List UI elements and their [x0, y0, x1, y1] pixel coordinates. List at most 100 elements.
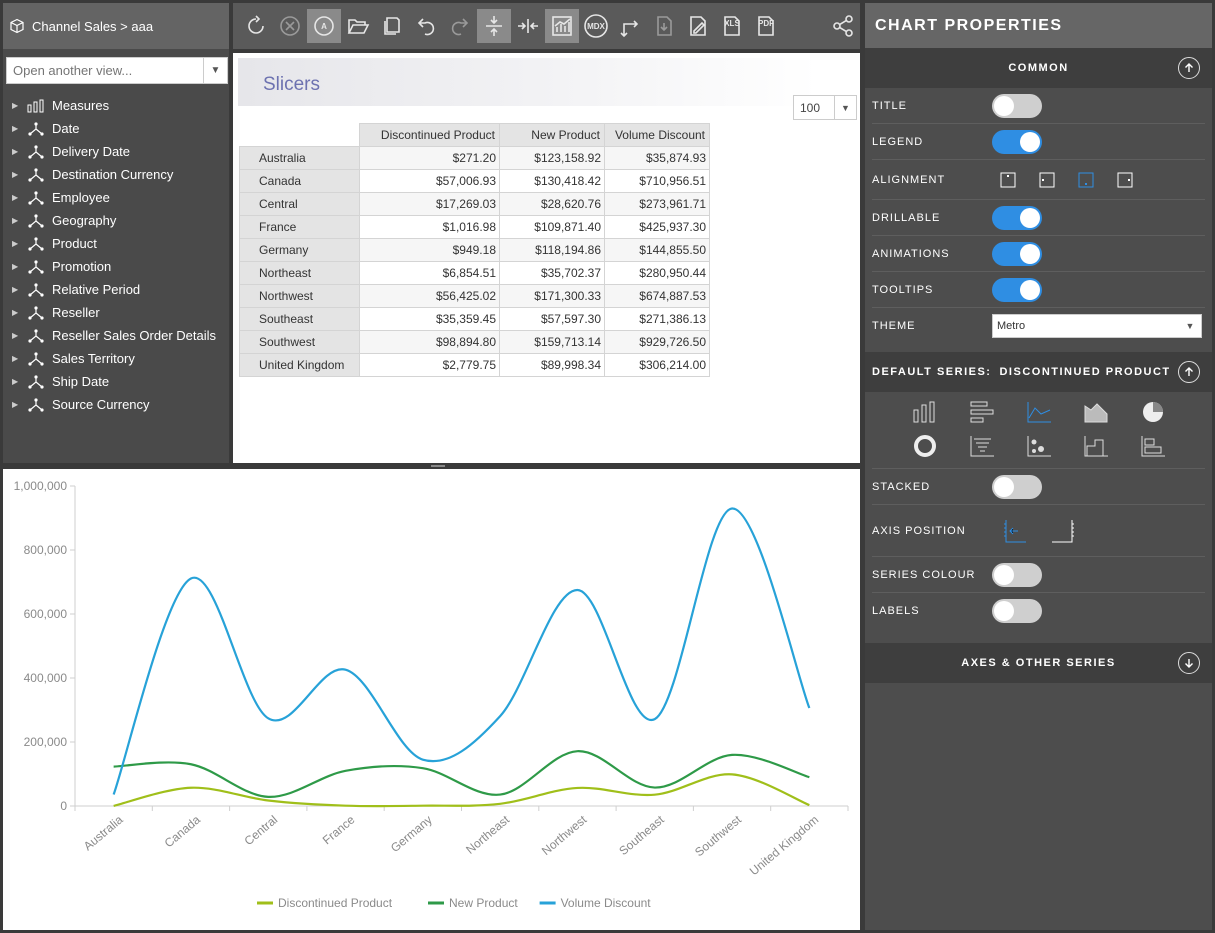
theme-select[interactable]: Metro ▼	[992, 314, 1202, 338]
labels-toggle[interactable]	[992, 599, 1042, 623]
caret-right-icon[interactable]: ▶	[12, 354, 20, 363]
bar-chart-icon[interactable]	[953, 398, 1010, 426]
undo-button[interactable]	[409, 9, 443, 43]
export-pdf-button[interactable]: PDF	[749, 9, 783, 43]
table-cell[interactable]: $35,874.93	[604, 146, 710, 170]
table-cell[interactable]: $2,779.75	[359, 353, 500, 377]
align-right-icon[interactable]	[1117, 172, 1133, 188]
swap-axes-button[interactable]	[613, 9, 647, 43]
table-cell[interactable]: $89,998.34	[499, 353, 605, 377]
table-cell[interactable]: $674,887.53	[604, 284, 710, 308]
auto-execute-button[interactable]: A	[307, 9, 341, 43]
column-header[interactable]: New Product	[499, 123, 605, 147]
section-common[interactable]: COMMON	[865, 48, 1212, 88]
table-cell[interactable]: $109,871.40	[499, 215, 605, 239]
column-chart-icon[interactable]	[896, 398, 953, 426]
scatter-chart-icon[interactable]	[1010, 432, 1067, 460]
table-cell[interactable]: $56,425.02	[359, 284, 500, 308]
table-cell[interactable]: $280,950.44	[604, 261, 710, 285]
section-axes-other-series[interactable]: AXES & OTHER SERIES	[865, 643, 1212, 683]
table-cell[interactable]: $271.20	[359, 146, 500, 170]
page-size-select[interactable]: 100 ▼	[793, 95, 857, 120]
row-header[interactable]: Northeast	[239, 261, 360, 285]
expand-down-icon[interactable]	[1178, 652, 1200, 674]
funnel-chart-icon[interactable]	[953, 432, 1010, 460]
slicers-bar[interactable]: Slicers	[238, 58, 818, 106]
table-cell[interactable]: $6,854.51	[359, 261, 500, 285]
tree-item[interactable]: ▶ Delivery Date	[3, 140, 229, 163]
pie-chart-icon[interactable]	[1124, 398, 1181, 426]
tree-item[interactable]: ▶ Sales Territory	[3, 347, 229, 370]
caret-right-icon[interactable]: ▶	[12, 331, 20, 340]
table-cell[interactable]: $57,597.30	[499, 307, 605, 331]
step-chart-icon[interactable]	[1067, 432, 1124, 460]
cancel-button[interactable]	[273, 9, 307, 43]
tooltips-toggle[interactable]	[992, 277, 1042, 302]
chart-button[interactable]	[545, 9, 579, 43]
row-header[interactable]: United Kingdom	[239, 353, 360, 377]
table-cell[interactable]: $17,269.03	[359, 192, 500, 216]
edit-button[interactable]	[681, 9, 715, 43]
chevron-down-icon[interactable]: ▼	[203, 58, 227, 83]
table-cell[interactable]: $1,016.98	[359, 215, 500, 239]
tree-item[interactable]: ▶ Promotion	[3, 255, 229, 278]
caret-right-icon[interactable]: ▶	[12, 377, 20, 386]
tree-item[interactable]: ▶ Reseller Sales Order Details	[3, 324, 229, 347]
donut-chart-icon[interactable]	[896, 432, 953, 460]
area-chart-icon[interactable]	[1067, 398, 1124, 426]
caret-right-icon[interactable]: ▶	[12, 170, 20, 179]
caret-right-icon[interactable]: ▶	[12, 285, 20, 294]
table-cell[interactable]: $57,006.93	[359, 169, 500, 193]
tree-item[interactable]: ▶ Geography	[3, 209, 229, 232]
row-header[interactable]: Germany	[239, 238, 360, 262]
range-chart-icon[interactable]	[1124, 432, 1181, 460]
tree-item[interactable]: ▶ Ship Date	[3, 370, 229, 393]
table-cell[interactable]: $273,961.71	[604, 192, 710, 216]
row-header[interactable]: Australia	[239, 146, 360, 170]
tree-item[interactable]: ▶ Source Currency	[3, 393, 229, 416]
open-button[interactable]	[341, 9, 375, 43]
table-cell[interactable]: $171,300.33	[499, 284, 605, 308]
table-cell[interactable]: $35,359.45	[359, 307, 500, 331]
tree-item[interactable]: ▶ Reseller	[3, 301, 229, 324]
table-cell[interactable]: $159,713.14	[499, 330, 605, 354]
open-view-input[interactable]	[7, 58, 203, 83]
caret-right-icon[interactable]: ▶	[12, 193, 20, 202]
caret-right-icon[interactable]: ▶	[12, 308, 20, 317]
column-header[interactable]: Volume Discount	[604, 123, 710, 147]
caret-right-icon[interactable]: ▶	[12, 216, 20, 225]
refresh-button[interactable]	[239, 9, 273, 43]
drillable-toggle[interactable]	[992, 205, 1042, 230]
table-cell[interactable]: $929,726.50	[604, 330, 710, 354]
table-cell[interactable]: $710,956.51	[604, 169, 710, 193]
tree-item[interactable]: ▶ Measures	[3, 94, 229, 117]
legend-toggle[interactable]	[992, 129, 1042, 154]
axis-left-icon[interactable]	[1002, 518, 1028, 544]
series-colour-toggle[interactable]	[992, 562, 1042, 587]
row-header[interactable]: Southeast	[239, 307, 360, 331]
mdx-button[interactable]: MDX	[579, 9, 613, 43]
tree-item[interactable]: ▶ Employee	[3, 186, 229, 209]
table-cell[interactable]: $271,386.13	[604, 307, 710, 331]
table-cell[interactable]: $28,620.76	[499, 192, 605, 216]
tree-item[interactable]: ▶ Date	[3, 117, 229, 140]
table-cell[interactable]: $35,702.37	[499, 261, 605, 285]
tree-item[interactable]: ▶ Product	[3, 232, 229, 255]
table-cell[interactable]: $425,937.30	[604, 215, 710, 239]
caret-right-icon[interactable]: ▶	[12, 400, 20, 409]
splitter-grip[interactable]	[431, 465, 445, 467]
share-button[interactable]	[826, 9, 860, 43]
chevron-down-icon[interactable]: ▼	[1179, 321, 1201, 331]
export-button[interactable]	[647, 9, 681, 43]
table-cell[interactable]: $306,214.00	[604, 353, 710, 377]
collapse-up-icon[interactable]	[1178, 361, 1200, 383]
row-header[interactable]: France	[239, 215, 360, 239]
collapse-up-icon[interactable]	[1178, 57, 1200, 79]
collapse-columns-button[interactable]	[511, 9, 545, 43]
expand-rows-button[interactable]	[477, 9, 511, 43]
caret-right-icon[interactable]: ▶	[12, 101, 20, 110]
table-cell[interactable]: $98,894.80	[359, 330, 500, 354]
breadcrumb[interactable]: Channel Sales > aaa	[32, 19, 153, 34]
line-chart-icon[interactable]	[1010, 398, 1067, 426]
align-top-icon[interactable]	[1000, 172, 1016, 188]
